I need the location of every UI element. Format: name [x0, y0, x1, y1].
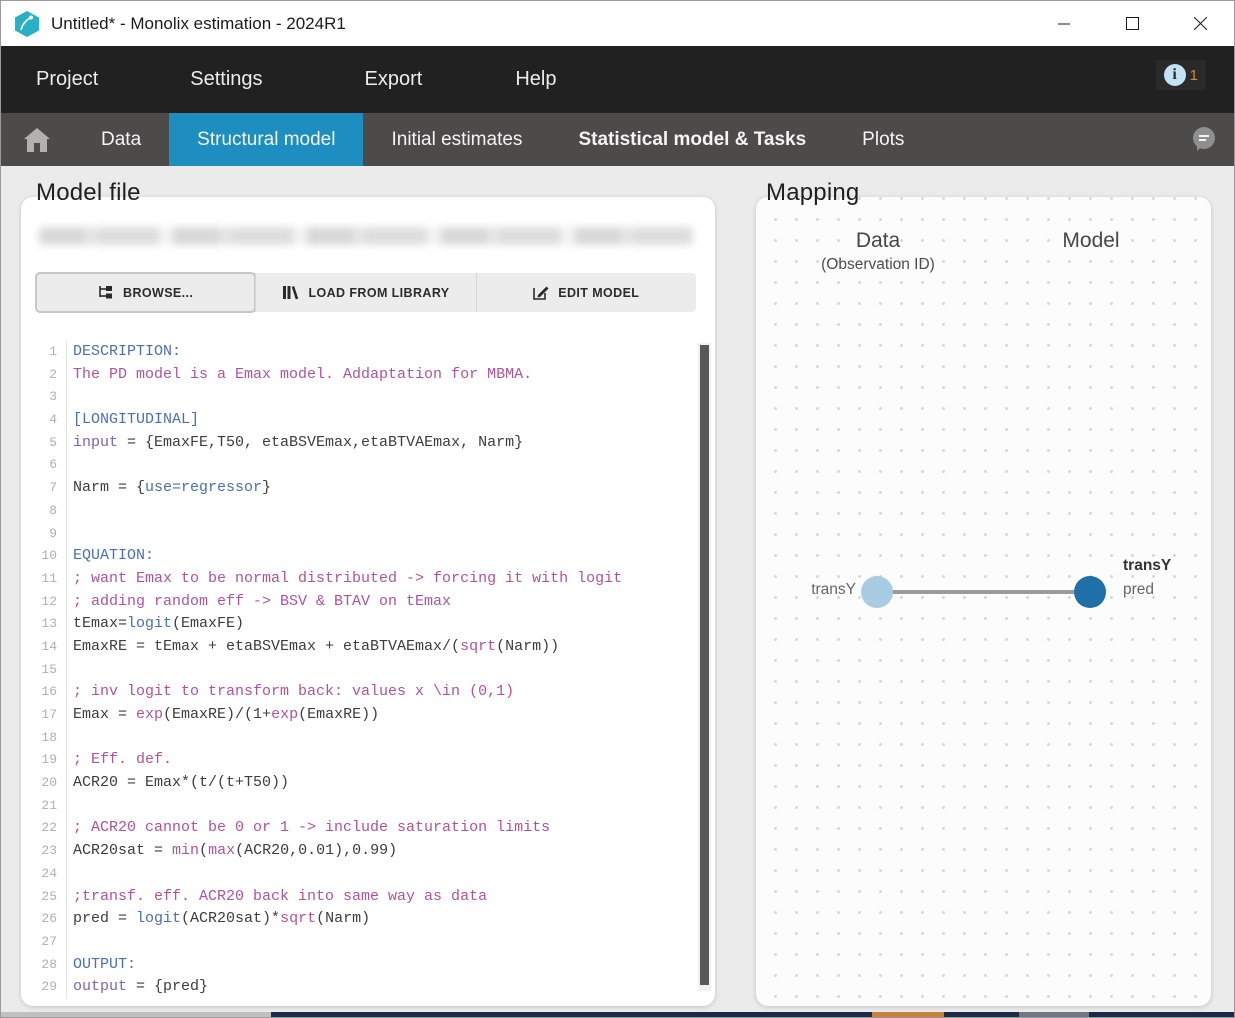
taskbar-segment — [1, 1012, 271, 1017]
code-line: 4[LONGITUDINAL] — [31, 409, 711, 432]
load-from-library-button[interactable]: LOAD FROM LIBRARY — [255, 273, 475, 312]
edit-pencil-icon — [533, 285, 549, 300]
model-file-heading: Model file — [36, 179, 141, 207]
minimize-button[interactable] — [1030, 1, 1098, 46]
mapping-column-model: Model — [1062, 229, 1119, 253]
code-line: 15 — [31, 659, 711, 682]
code-lines: 1DESCRIPTION:2The PD model is a Emax mod… — [31, 341, 711, 999]
mapping-heading: Mapping — [766, 179, 859, 207]
editor-scrollbar-thumb[interactable] — [700, 345, 709, 985]
model-file-path — [39, 227, 693, 245]
mapping-panel: Data (Observation ID) Model transY trans… — [756, 197, 1211, 1006]
code-line: 14EmaxRE = tEmax + etaBSVEmax + etaBTVAE… — [31, 636, 711, 659]
code-line: 17Emax = exp(EmaxRE)/(1+exp(EmaxRE)) — [31, 704, 711, 727]
code-line: 26pred = logit(ACR20sat)*sqrt(Narm) — [31, 908, 711, 931]
taskbar-segment — [1089, 1012, 1234, 1017]
code-line: 23ACR20sat = min(max(ACR20,0.01),0.99) — [31, 840, 711, 863]
notification-count: 1 — [1190, 67, 1198, 84]
library-books-icon — [282, 285, 299, 300]
main-content: Model file Mapping BROWSE... — [1, 166, 1234, 1014]
tab-data[interactable]: Data — [73, 113, 169, 166]
comments-button[interactable] — [1190, 125, 1218, 158]
tabbar: Data Structural model Initial estimates … — [1, 113, 1234, 166]
code-line: 3 — [31, 386, 711, 409]
close-button[interactable] — [1166, 1, 1234, 46]
browse-button-label: BROWSE... — [123, 286, 193, 300]
code-line: 24 — [31, 863, 711, 886]
window-titlebar: Untitled* - Monolix estimation - 2024R1 — [1, 1, 1234, 46]
load-from-library-button-label: LOAD FROM LIBRARY — [308, 286, 449, 300]
monolix-app-icon — [14, 10, 40, 38]
window-title: Untitled* - Monolix estimation - 2024R1 — [51, 14, 346, 34]
minimize-icon — [1058, 18, 1070, 30]
code-line: 16; inv logit to transform back: values … — [31, 681, 711, 704]
code-line: 5input = {EmaxFE,T50, etaBSVEmax,etaBTVA… — [31, 432, 711, 455]
tab-structural-model[interactable]: Structural model — [169, 113, 363, 166]
code-line: 7Narm = {use=regressor} — [31, 477, 711, 500]
taskbar-strip — [1, 1012, 1234, 1017]
code-line: 20ACR20 = Emax*(t/(t+T50)) — [31, 772, 711, 795]
code-line: 28OUTPUT: — [31, 954, 711, 977]
code-line: 21 — [31, 795, 711, 818]
code-line: 29output = {pred} — [31, 976, 711, 999]
menu-item-settings[interactable]: Settings — [190, 60, 262, 99]
mapping-connector-line — [877, 590, 1090, 594]
menu-item-help[interactable]: Help — [515, 60, 556, 99]
code-editor[interactable]: 1DESCRIPTION:2The PD model is a Emax mod… — [31, 341, 711, 999]
mapping-column-data: Data — [856, 229, 900, 253]
mapping-data-node[interactable] — [861, 576, 893, 608]
code-line: 8 — [31, 500, 711, 523]
code-line: 9 — [31, 523, 711, 546]
close-icon — [1194, 17, 1207, 30]
model-file-panel: BROWSE... LOAD FROM LIBRARY EDIT MODEL 1… — [21, 197, 715, 1006]
home-tab[interactable] — [1, 113, 73, 166]
mapping-model-node[interactable] — [1074, 576, 1106, 608]
editor-scrollbar-track[interactable] — [698, 343, 711, 991]
taskbar-segment — [271, 1012, 872, 1017]
model-file-toolbar: BROWSE... LOAD FROM LIBRARY EDIT MODEL — [36, 273, 696, 312]
menu-item-export[interactable]: Export — [365, 60, 423, 99]
taskbar-segment — [1019, 1012, 1089, 1017]
tab-initial-estimates[interactable]: Initial estimates — [363, 113, 550, 166]
info-icon: i — [1164, 64, 1186, 86]
notification-badge[interactable]: i 1 — [1156, 60, 1206, 90]
maximize-icon — [1126, 17, 1139, 30]
edit-model-button-label: EDIT MODEL — [558, 286, 639, 300]
code-line: 25;transf. eff. ACR20 back into same way… — [31, 886, 711, 909]
code-line: 13tEmax=logit(EmaxFE) — [31, 613, 711, 636]
menu-item-project[interactable]: Project — [36, 60, 98, 99]
taskbar-segment — [872, 1012, 945, 1017]
code-line: 10EQUATION: — [31, 545, 711, 568]
code-line: 22; ACR20 cannot be 0 or 1 -> include sa… — [31, 817, 711, 840]
tab-statistical-model-tasks[interactable]: Statistical model & Tasks — [550, 113, 834, 166]
menubar: Project Settings Export Help i 1 — [1, 46, 1234, 113]
code-line: 1DESCRIPTION: — [31, 341, 711, 364]
comment-bubble-icon — [1190, 125, 1218, 153]
code-line: 18 — [31, 727, 711, 750]
code-line: 2The PD model is a Emax model. Addaptati… — [31, 364, 711, 387]
code-line: 11; want Emax to be normal distributed -… — [31, 568, 711, 591]
mapping-column-data-subtitle: (Observation ID) — [821, 256, 935, 274]
code-line: 6 — [31, 454, 711, 477]
code-line: 27 — [31, 931, 711, 954]
tab-plots[interactable]: Plots — [834, 113, 932, 166]
mapping-model-output-label: pred — [1123, 581, 1154, 599]
mapping-model-label: transY — [1123, 557, 1171, 575]
mapping-data-label: transY — [801, 581, 856, 599]
browse-tree-icon — [98, 285, 114, 300]
home-icon — [24, 128, 50, 152]
taskbar-segment — [944, 1012, 1019, 1017]
maximize-button[interactable] — [1098, 1, 1166, 46]
edit-model-button[interactable]: EDIT MODEL — [476, 273, 696, 312]
browse-button[interactable]: BROWSE... — [36, 273, 255, 312]
code-line: 19; Eff. def. — [31, 749, 711, 772]
code-line: 12; adding random eff -> BSV & BTAV on t… — [31, 591, 711, 614]
